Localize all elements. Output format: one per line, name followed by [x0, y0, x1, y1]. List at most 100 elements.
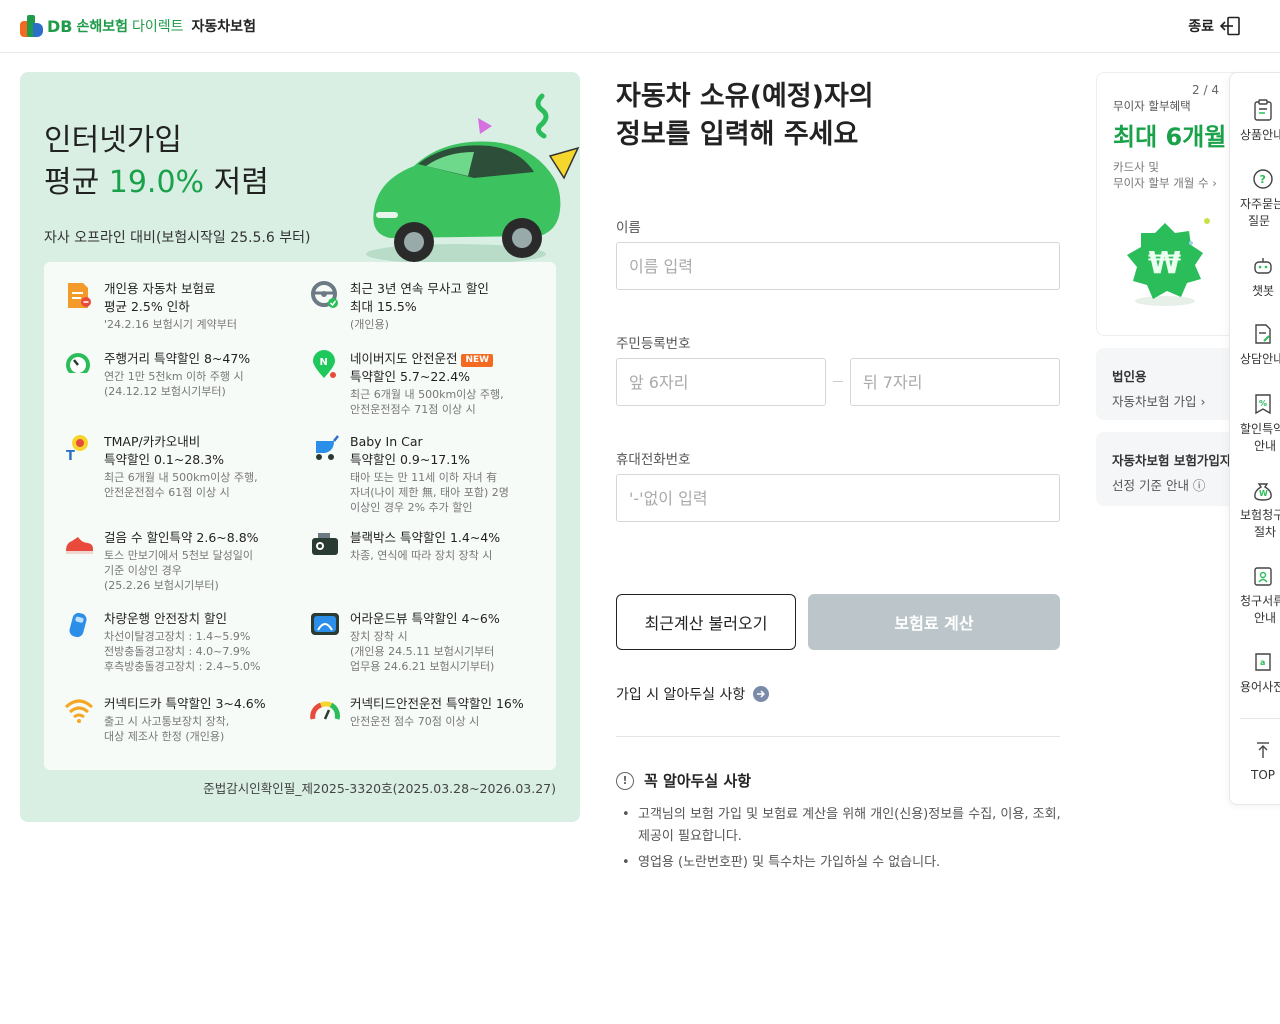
- svg-text:W: W: [1259, 489, 1268, 498]
- steering-wheel-icon: [311, 281, 338, 308]
- svg-text:N: N: [320, 357, 328, 368]
- benefit-title: TMAP/카카오내비 특약할인 0.1~28.3%: [104, 434, 225, 467]
- benefit-title-line2: 특약할인 5.7~22.4%: [350, 369, 471, 384]
- svg-text:a: a: [1260, 658, 1265, 667]
- benefit-title: 차량운행 안전장치 할인: [104, 611, 227, 626]
- quick-menu-label-line1: 상품안내: [1240, 128, 1280, 142]
- claim-doc-icon: [1254, 567, 1272, 586]
- rrn-front-input[interactable]: [616, 358, 826, 406]
- notice-link[interactable]: 가입 시 알아두실 사항: [616, 684, 770, 704]
- rrn-dash: [833, 381, 843, 382]
- promo-headline-pct: 19.0%: [108, 165, 205, 200]
- rrn-back-input[interactable]: [850, 358, 1060, 406]
- benefit-title-text: 네이버지도 안전운전: [350, 351, 458, 366]
- quick-menu-label-line2: 절차: [1254, 525, 1277, 539]
- benefit-desc: 최근 6개월 내 500km이상 주행, 안전운전점수 61점 이상 시: [104, 471, 258, 499]
- benefit-desc: (개인용): [350, 318, 389, 331]
- phone-label: 휴대전화번호: [616, 452, 691, 468]
- discount-doc-icon: %: [1255, 394, 1271, 415]
- svg-text:₩: ₩: [1148, 246, 1181, 281]
- must-know-title-text: 꼭 알아두실 사항: [644, 772, 752, 790]
- benefit-desc: 차종, 연식에 따라 장치 장착 시: [350, 549, 493, 562]
- promo-subtext: 자사 오프라인 대비(보험시작일 25.5.6 부터): [44, 230, 311, 246]
- benefit-title: 커넥티드안전운전 특약할인 16%: [350, 696, 524, 711]
- quick-menu-label-line1: 용어사전: [1240, 680, 1280, 694]
- quick-menu-label-line1: 보험청구: [1240, 508, 1280, 522]
- quick-menu: 상품안내 ? 자주묻는 질문 챗봇 상담안내 % 할인특약 안내 W 보험청구 절차 …: [1229, 72, 1280, 805]
- quick-menu-label: 보험청구절차: [1240, 507, 1280, 541]
- header: DB 손해보험 다이렉트 자동차보험 종료: [0, 0, 1280, 53]
- quick-menu-label: 자주묻는질문: [1240, 196, 1280, 230]
- benefit-desc: 태아 또는 만 11세 이하 자녀 有 자녀(나이 제한 無, 태아 포함) 2…: [350, 471, 509, 514]
- arrow-up-icon: [1257, 742, 1269, 758]
- product-doc-icon: [1254, 99, 1272, 121]
- benefits-box: 개인용 자동차 보험료 평균 2.5% 인하 '24.2.16 보험시기 계약부터…: [44, 262, 556, 770]
- promo-headline-suffix: 저렴: [204, 165, 269, 200]
- exclamation-icon: !: [616, 771, 634, 790]
- quick-menu-label-line1: 자주묻는: [1240, 197, 1280, 211]
- db-logo-mark-icon: [20, 13, 44, 39]
- rrn-label: 주민등록번호: [616, 336, 691, 352]
- dashcam-icon: [312, 533, 338, 555]
- name-input[interactable]: [616, 242, 1060, 290]
- quick-menu-label: 청구서류 안내: [1240, 593, 1280, 627]
- consult-doc-icon: [1255, 324, 1271, 344]
- green-car-illustration-icon: [366, 93, 580, 264]
- benefit-desc: 차선이탈경고장치 : 1.4~5.9% 전방충돌경고장치 : 4.0~7.9% …: [104, 630, 261, 673]
- quick-menu-label: TOP: [1251, 767, 1280, 784]
- chatbot-icon: [1254, 258, 1272, 274]
- promo-headline: 인터넷가입 평균 19.0% 저렴: [44, 120, 269, 204]
- calc-premium-button[interactable]: 보험료 계산: [808, 594, 1060, 650]
- db-logo[interactable]: DB 손해보험 다이렉트 자동차보험: [20, 12, 256, 40]
- benefit-desc: 출고 시 사고통보장치 장착, 대상 제조사 한정 (개인용): [104, 715, 230, 743]
- promo-small-text: 카드사 및 무이자 할부 개월 수 ›: [1113, 159, 1217, 191]
- quick-menu-divider: [1240, 718, 1280, 719]
- promo-headline-line1: 인터넷가입: [44, 123, 182, 158]
- quick-menu-label-line1: 상담안내: [1240, 352, 1280, 366]
- money-bag-icon: W: [1254, 483, 1272, 501]
- quick-menu-label-line1: TOP: [1251, 768, 1276, 782]
- benefit-desc: 안전운전 점수 70점 이상 시: [350, 715, 480, 728]
- compliance-note: 준법감시인확인필_제2025-3320호(2025.03.28~2026.03.…: [203, 781, 556, 796]
- logo-direct: 다이렉트: [132, 19, 184, 35]
- name-label: 이름: [616, 220, 641, 236]
- benefit-desc: 토스 만보기에서 5천보 달성일이 기준 이상인 경우 (25.2.26 보험시…: [104, 549, 254, 592]
- criteria-card-link: 선정 기준 안내 ⓘ: [1112, 478, 1206, 493]
- quick-menu-label: 챗봇: [1252, 283, 1280, 300]
- exit-button[interactable]: 종료: [1188, 16, 1242, 36]
- promo-big-text: 최대 6개월: [1113, 123, 1227, 151]
- corporate-card-link: 자동차보험 가입 ›: [1112, 394, 1206, 409]
- new-badge: NEW: [461, 354, 494, 367]
- naver-map-pin-icon: N: [313, 350, 336, 378]
- benefit-title: 블랙박스 특약할인 1.4~4%: [350, 530, 501, 545]
- benefit-desc: '24.2.16 보험시기 계약부터: [104, 318, 237, 331]
- corporate-card-title: 법인용: [1112, 369, 1147, 384]
- quick-menu-label-line1: 청구서류: [1240, 594, 1280, 608]
- quick-menu-label-line2: 질문: [1248, 214, 1271, 228]
- car-safety-icon: [69, 612, 87, 638]
- benefit-title: 걸음 수 할인특약 2.6~8.8%: [104, 530, 259, 545]
- corporate-promo-card[interactable]: 법인용 자동차보험 가입 ›: [1096, 348, 1246, 420]
- logo-db: DB: [47, 16, 73, 36]
- installment-promo-card[interactable]: 2 / 4 무이자 할부혜택 최대 6개월 카드사 및 무이자 할부 개월 수 …: [1096, 72, 1246, 336]
- policyholder-criteria-card[interactable]: 자동차보험 보험가입자 선정 기준 안내 ⓘ: [1096, 432, 1246, 506]
- tmap-icon: T: [66, 435, 88, 463]
- dictionary-icon: a: [1255, 653, 1271, 671]
- promo-panel: 인터넷가입 평균 19.0% 저렴 자사 오프라인 대비(보험시작일 25.5.…: [20, 72, 580, 822]
- must-know-item: 영업용 (노란번호판) 및 특수차는 가입하실 수 없습니다.: [622, 852, 1062, 874]
- quick-menu-label-line2: 안내: [1254, 439, 1277, 453]
- benefit-desc: 장치 장착 시 (개인용 24.5.11 보험시기부터 업무용 24.6.21 …: [350, 630, 495, 673]
- phone-input[interactable]: [616, 474, 1060, 522]
- divider: [616, 736, 1060, 737]
- svg-text:T: T: [66, 449, 75, 463]
- page-title: 자동차보험: [191, 19, 256, 35]
- benefit-title: 최근 3년 연속 무사고 할인 최대 15.5%: [350, 281, 489, 314]
- recent-calc-button[interactable]: 최근계산 불러오기: [616, 594, 796, 650]
- benefit-title: 어라운드뷰 특약할인 4~6%: [350, 611, 500, 626]
- document-icon: [68, 283, 91, 308]
- promo-small-line2: 무이자 할부 개월 수 ›: [1113, 176, 1217, 190]
- benefit-title: 커넥티드카 특약할인 3~4.6%: [104, 696, 266, 711]
- quick-menu-label: 상담안내: [1240, 351, 1280, 368]
- wifi-icon: [64, 699, 94, 723]
- exit-icon: [1220, 16, 1240, 36]
